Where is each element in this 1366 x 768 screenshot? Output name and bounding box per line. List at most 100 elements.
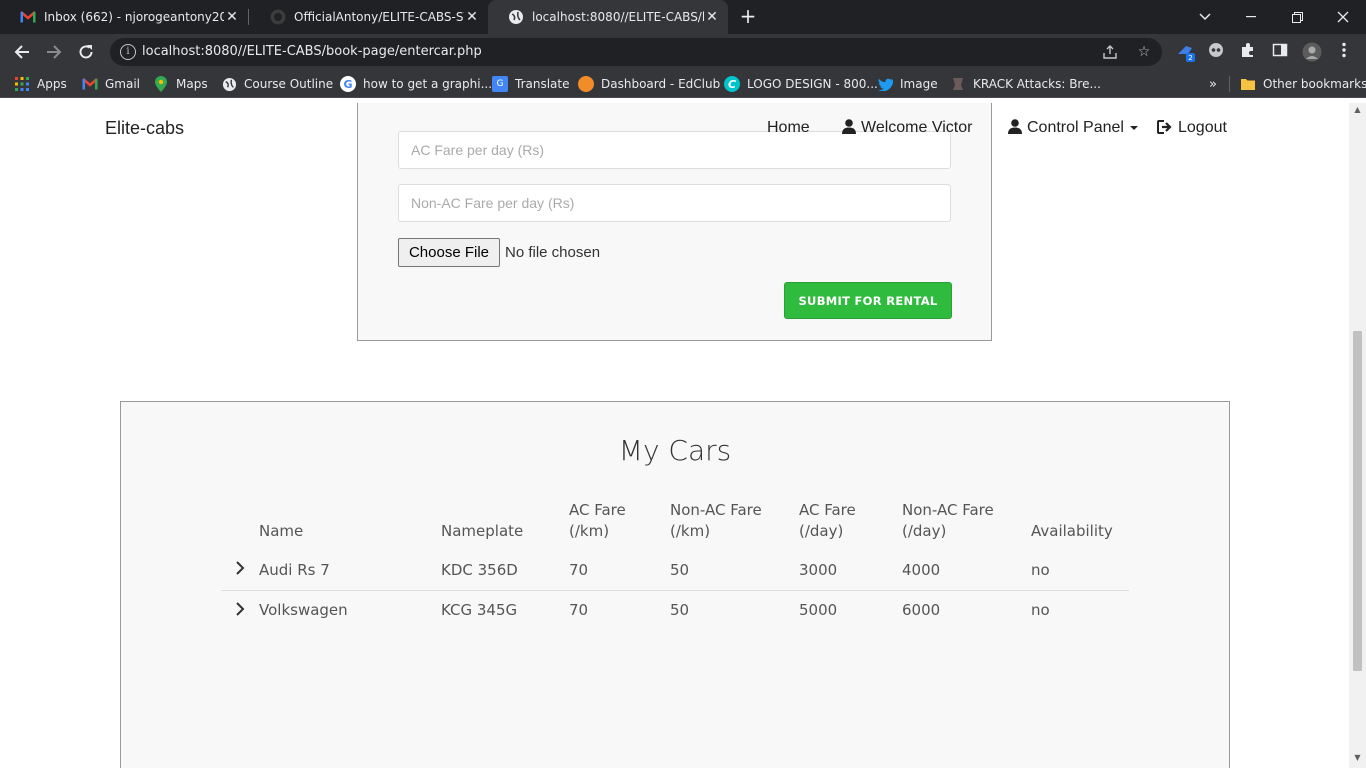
bookmark-krack[interactable]: KRACK Attacks: Bre... — [950, 75, 1101, 93]
bookmark-translate[interactable]: G Translate — [492, 75, 570, 93]
extensions-puzzle-icon[interactable] — [1238, 42, 1258, 62]
extension-bird-icon[interactable]: 2 — [1176, 42, 1196, 62]
nonac-fare-per-day-field[interactable] — [398, 184, 951, 222]
expand-column-header — [221, 500, 259, 550]
table-row[interactable]: Audi Rs 7 KDC 356D 70 50 3000 4000 no — [221, 550, 1129, 590]
globe-icon — [221, 76, 237, 92]
header-line-1: Non-AC Fare — [902, 501, 994, 519]
address-bar[interactable]: i localhost:8080//ELITE-CABS/book-page/e… — [110, 38, 1162, 66]
bookmark-course-outline[interactable]: Course Outline — [221, 75, 333, 93]
bookmark-gmail[interactable]: Gmail — [82, 75, 140, 93]
page-viewport: Choose File No file chosen SUBMIT FOR RE… — [0, 103, 1366, 768]
maps-icon — [153, 76, 169, 92]
tab-close-icon[interactable]: ✕ — [464, 9, 480, 25]
bookmark-other[interactable]: Other bookmarks — [1240, 75, 1366, 93]
cell-nonac-fare-day: 4000 — [902, 560, 941, 579]
tab-close-icon[interactable]: ✕ — [224, 9, 240, 25]
table-header-row: Name Nameplate AC Fare (/km) Non-AC Fare (… — [221, 500, 1129, 550]
tab-localhost[interactable]: localhost:8080//ELITE-CABS/book ✕ — [488, 0, 728, 34]
cell-availability: no — [1031, 560, 1050, 579]
user-icon — [1008, 119, 1022, 137]
cell-name: Audi Rs 7 — [259, 560, 330, 579]
page-scrollbar[interactable]: ▲ ▼ — [1349, 103, 1366, 768]
github-icon — [270, 9, 286, 25]
star-icon[interactable]: ☆ — [1136, 44, 1152, 60]
tab-close-icon[interactable]: ✕ — [704, 9, 720, 25]
my-cars-panel: My Cars Name Nameplate AC Fare (/km) Non-… — [120, 401, 1230, 768]
bookmark-label: Course Outline — [244, 77, 334, 91]
cell-ac-fare-day: 3000 — [799, 560, 838, 579]
folder-icon — [1240, 76, 1256, 92]
user-icon — [842, 119, 856, 137]
extension-ghost-icon[interactable] — [1206, 42, 1226, 62]
bookmarks-bar: Apps Gmail Maps Course Outline G how to … — [0, 70, 1366, 98]
close-window-button[interactable] — [1320, 0, 1366, 34]
edclub-icon — [578, 76, 594, 92]
nonac-fare-per-day-input[interactable] — [399, 185, 950, 221]
header-line-2: (/day) — [799, 522, 844, 540]
minimize-button[interactable] — [1228, 0, 1274, 34]
my-cars-table: Name Nameplate AC Fare (/km) Non-AC Fare (… — [221, 500, 1129, 630]
bookmark-label: how to get a graphi... — [363, 77, 493, 91]
more-bookmarks-chevron-icon[interactable]: » — [1209, 75, 1217, 93]
table-row[interactable]: Volkswagen KCG 345G 70 50 5000 6000 no — [221, 589, 1129, 630]
back-arrow-icon[interactable] — [10, 40, 34, 64]
bookmark-divider — [1229, 76, 1230, 92]
tab-title: localhost:8080//ELITE-CABS/book — [532, 10, 704, 24]
profile-avatar-icon[interactable] — [1302, 42, 1322, 62]
bookmark-logo-design[interactable]: C LOGO DESIGN - 800... — [724, 75, 878, 93]
scrollbar-thumb[interactable] — [1353, 331, 1362, 671]
header-line-2: Availability — [1031, 522, 1113, 540]
nav-control-panel-dropdown[interactable]: Control Panel — [1008, 119, 1138, 137]
bookmark-apps[interactable]: Apps — [14, 75, 67, 93]
tab-gmail[interactable]: Inbox (662) - njorogeantony2020@ ✕ — [0, 0, 248, 34]
column-header-availability: Availability — [1031, 500, 1129, 550]
bookmark-google-search[interactable]: G how to get a graphi... — [340, 75, 492, 93]
restore-button[interactable] — [1274, 0, 1320, 34]
tab-github[interactable]: OfficialAntony/ELITE-CABS-SYSTEM ✕ — [250, 0, 488, 34]
bookmark-label: Other bookmarks — [1263, 77, 1366, 91]
header-line-1: Non-AC Fare — [670, 501, 762, 519]
menu-kebab-icon[interactable] — [1334, 42, 1354, 62]
translate-icon: G — [492, 76, 508, 92]
scroll-down-arrow-icon[interactable]: ▼ — [1353, 754, 1362, 762]
brand-logo[interactable]: Elite-cabs — [105, 118, 184, 139]
reload-icon[interactable] — [74, 40, 98, 64]
tab-separator — [248, 9, 249, 25]
tab-search-icon[interactable] — [1182, 0, 1228, 34]
side-panel-icon[interactable] — [1270, 42, 1290, 62]
nav-welcome-link[interactable]: Welcome Victor — [842, 119, 972, 137]
cell-availability: no — [1031, 589, 1129, 630]
cell-ac-fare-km: 70 — [569, 560, 589, 579]
bookmark-label: Dashboard - EdClub — [601, 77, 721, 91]
column-header-name: Name — [259, 500, 441, 550]
submit-for-rental-button[interactable]: SUBMIT FOR RENTAL — [784, 282, 952, 319]
browser-tab-strip: Inbox (662) - njorogeantony2020@ ✕ Offic… — [0, 0, 1366, 34]
file-upload-row: Choose File No file chosen — [398, 238, 600, 267]
extension-badge: 2 — [1188, 54, 1192, 62]
share-icon[interactable] — [1102, 44, 1118, 60]
new-tab-button[interactable]: + — [736, 4, 760, 28]
bookmark-maps[interactable]: Maps — [153, 75, 208, 93]
header-line-2: Name — [259, 522, 304, 540]
column-header-nonac-fare-day: Non-AC Fare (/day) — [902, 500, 1031, 550]
bookmark-image[interactable]: Image — [877, 75, 938, 93]
expand-chevron-icon[interactable] — [221, 550, 259, 590]
scroll-up-arrow-icon[interactable]: ▲ — [1353, 106, 1362, 114]
column-header-nameplate: Nameplate — [441, 500, 569, 550]
nav-logout-link[interactable]: Logout — [1157, 119, 1227, 137]
choose-file-button[interactable]: Choose File — [398, 238, 500, 267]
bookmark-edclub[interactable]: Dashboard - EdClub — [578, 75, 720, 93]
header-line-2: (/day) — [902, 522, 947, 540]
url-text[interactable]: localhost:8080//ELITE-CABS/book-page/ent… — [142, 44, 482, 59]
expand-chevron-icon[interactable] — [221, 589, 259, 630]
caret-down-icon — [1129, 126, 1138, 130]
forward-arrow-icon[interactable] — [42, 40, 66, 64]
site-info-icon[interactable]: i — [120, 44, 136, 60]
cell-nameplate: KCG 345G — [441, 589, 569, 630]
canva-icon: C — [724, 76, 740, 92]
bookmark-label: Maps — [176, 77, 208, 91]
cell-nonac-fare-day: 6000 — [902, 589, 1031, 630]
nav-home-link[interactable]: Home — [767, 119, 810, 137]
nav-logout-label: Logout — [1178, 119, 1227, 136]
